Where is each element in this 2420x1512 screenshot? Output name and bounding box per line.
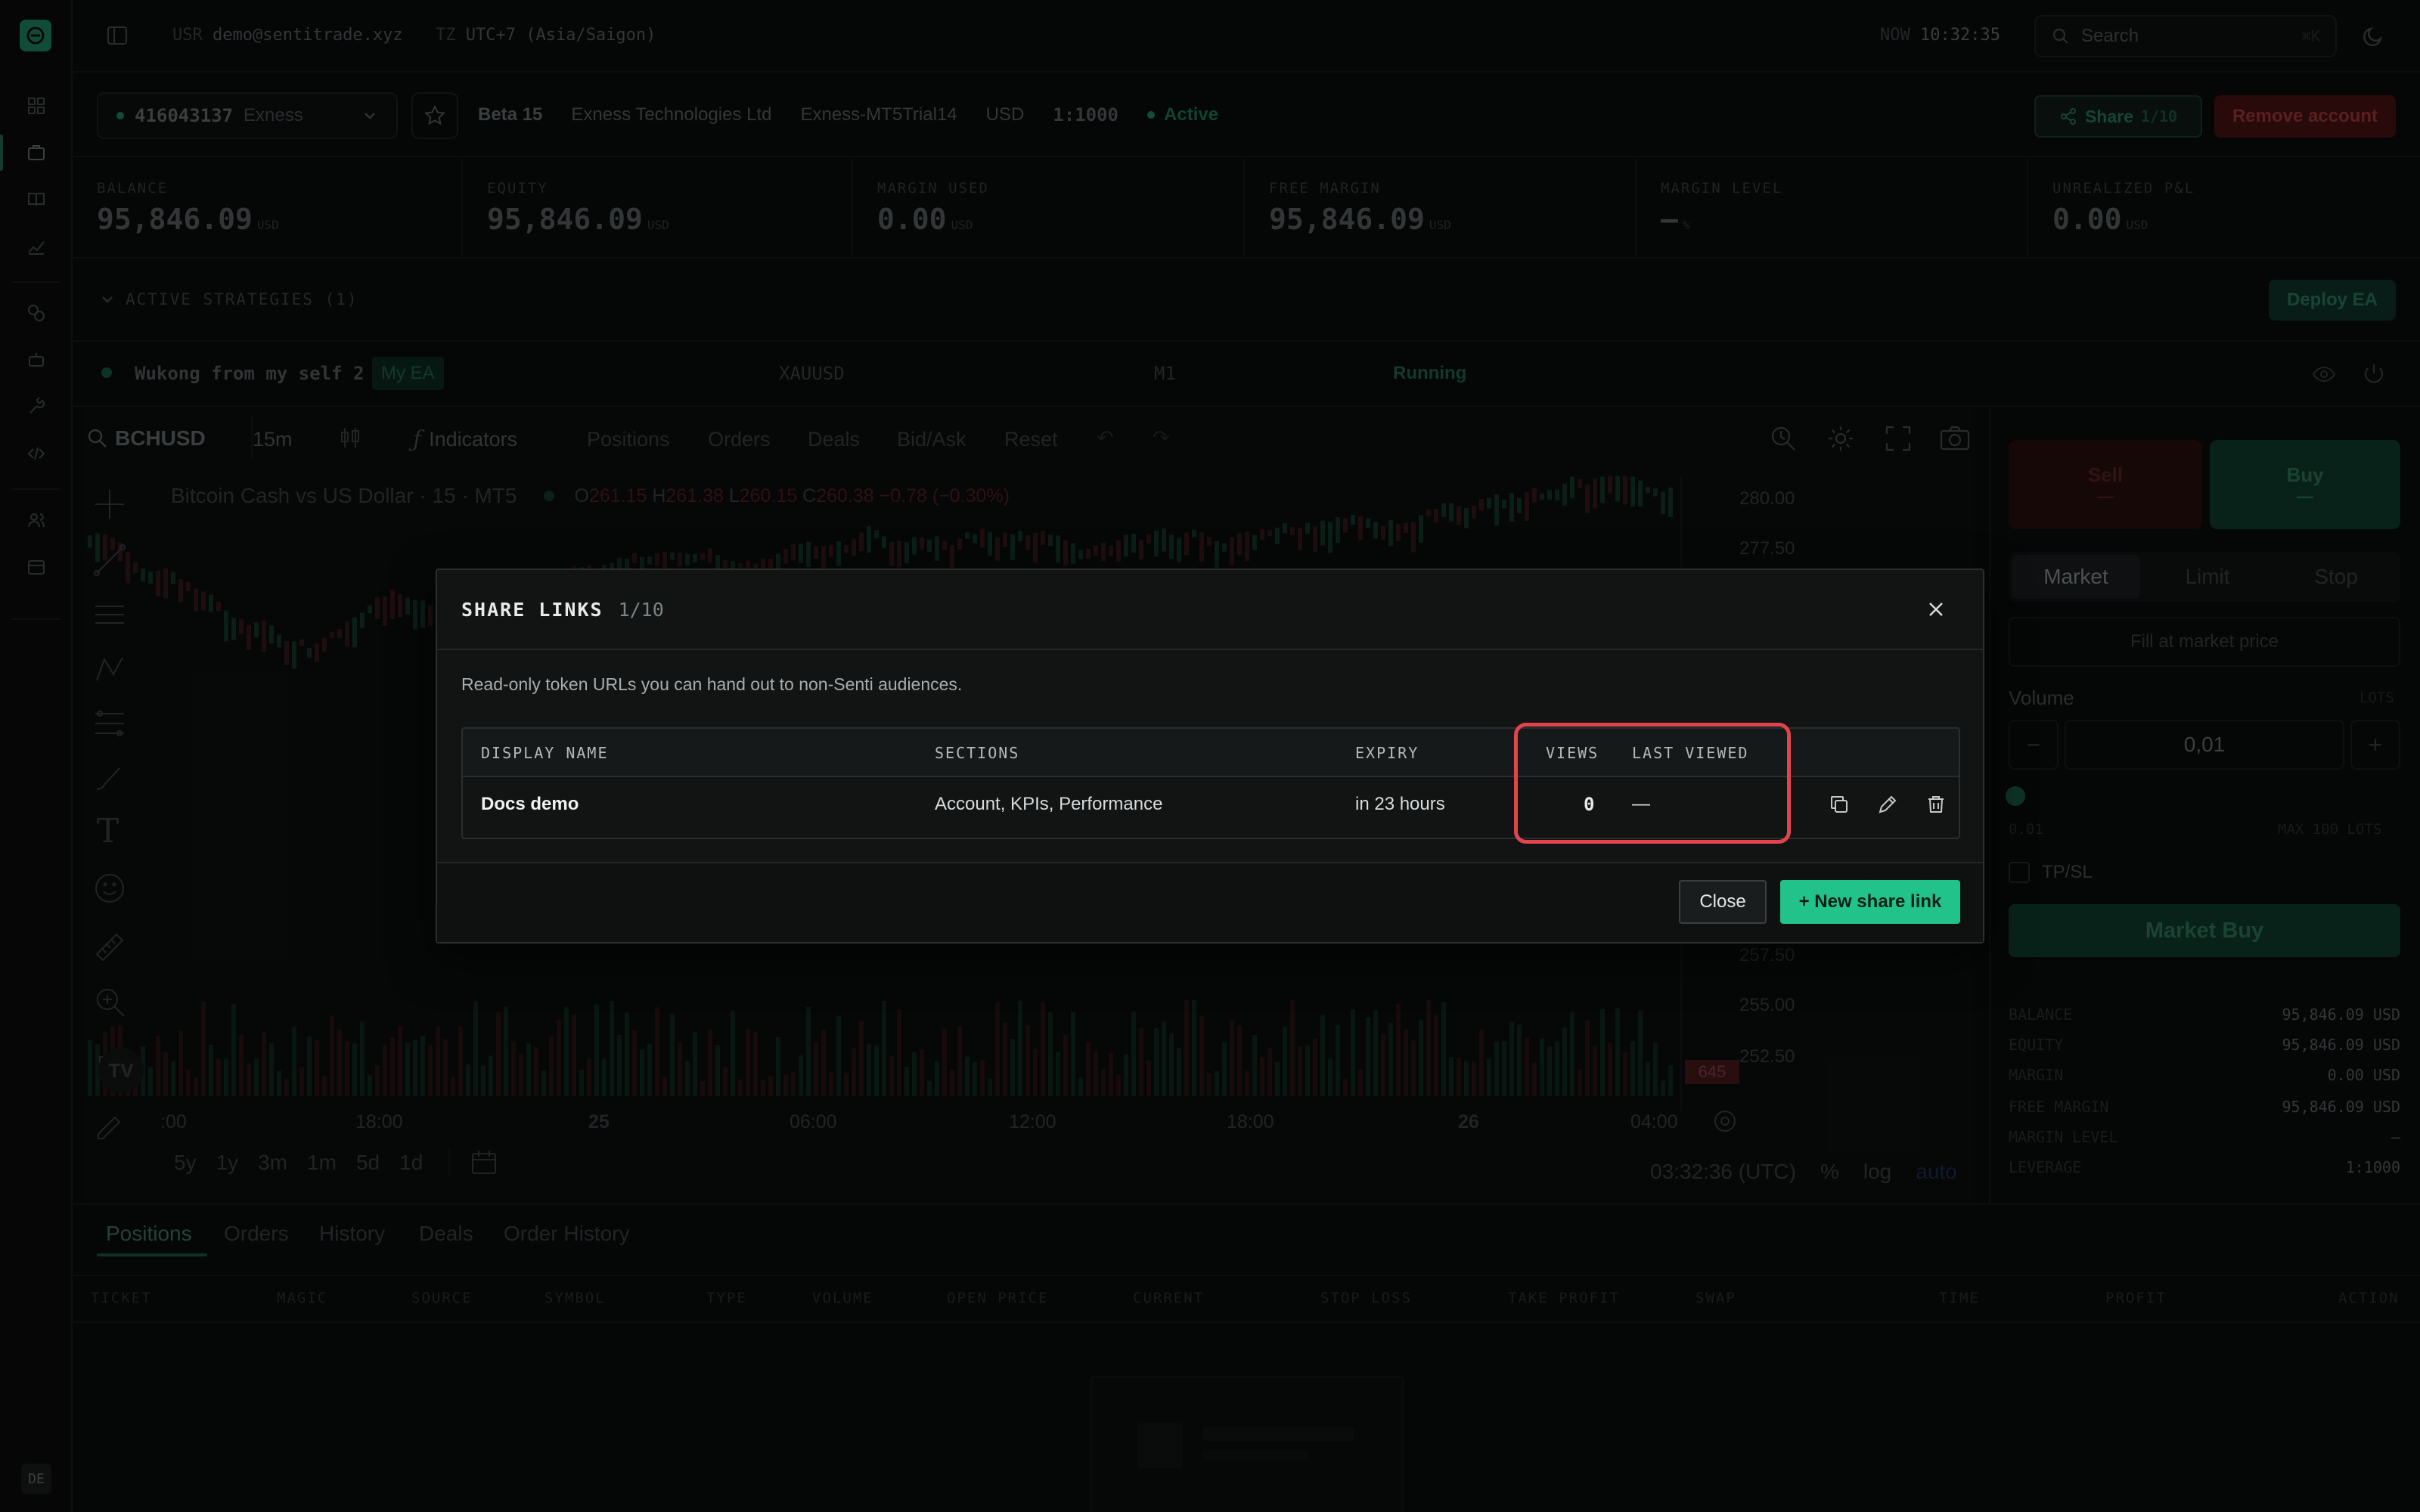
col-sections: SECTIONS — [935, 744, 1020, 762]
modal-count: 1/10 — [618, 598, 664, 621]
link-sections: Account, KPIs, Performance — [935, 794, 1163, 814]
copy-icon — [1831, 796, 1848, 813]
share-links-modal: SHARE LINKS 1/10 Read-only token URLs yo… — [436, 569, 1984, 943]
col-display-name: DISPLAY NAME — [481, 744, 609, 762]
edit-link-button[interactable] — [1872, 789, 1903, 820]
trash-icon — [1928, 796, 1944, 813]
close-button[interactable]: Close — [1679, 880, 1767, 924]
link-expiry: in 23 hours — [1355, 794, 1445, 814]
modal-title: SHARE LINKS — [461, 598, 603, 621]
views-highlight-box — [1514, 723, 1791, 844]
modal-header: SHARE LINKS 1/10 — [437, 570, 1983, 650]
close-icon — [1929, 603, 1943, 616]
pencil-icon — [1879, 795, 1897, 813]
link-display-name: Docs demo — [481, 794, 579, 814]
delete-link-button[interactable] — [1921, 789, 1951, 820]
copy-link-button[interactable] — [1824, 789, 1854, 820]
col-expiry: EXPIRY — [1355, 744, 1419, 762]
new-share-link-button[interactable]: + New share link — [1780, 880, 1960, 924]
modal-description: Read-only token URLs you can hand out to… — [461, 674, 963, 694]
modal-close-button[interactable] — [1921, 594, 1951, 624]
